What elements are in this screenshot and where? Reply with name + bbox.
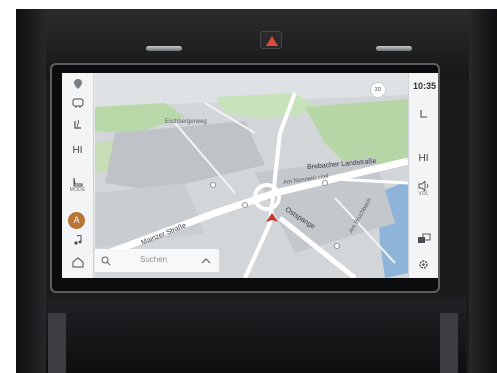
right-vent-slat xyxy=(376,46,412,51)
defrost-icon xyxy=(72,98,83,108)
volume-label: VOL xyxy=(418,191,429,197)
home-icon xyxy=(72,257,83,268)
left-trim xyxy=(16,9,46,373)
volume-icon xyxy=(418,181,428,191)
screen-switch-button[interactable] xyxy=(409,233,438,244)
map-label-area: Eschbergerweg xyxy=(165,119,207,125)
hazard-button[interactable] xyxy=(260,31,282,49)
lower-console xyxy=(46,299,466,373)
map-pin-button[interactable] xyxy=(62,79,93,89)
navigation-map[interactable]: Eschbergerweg Brebacher Landstraße Am No… xyxy=(95,73,408,278)
left-climate-temperature[interactable]: HI xyxy=(62,145,93,156)
auto-climate-button[interactable]: A xyxy=(68,212,85,229)
location-pin-icon xyxy=(73,79,82,89)
hazard-warning-icon xyxy=(266,36,278,46)
seat-heater-icon xyxy=(419,110,427,118)
map-canvas xyxy=(95,73,408,278)
home-button[interactable] xyxy=(62,257,93,268)
music-note-icon xyxy=(73,235,81,245)
right-trim xyxy=(469,9,497,373)
search-placeholder: Suchen xyxy=(140,255,168,264)
vehicle-position-icon xyxy=(266,213,278,222)
chevron-up-icon[interactable] xyxy=(201,257,211,265)
mode-button[interactable]: MODE xyxy=(62,177,93,193)
search-bar[interactable]: Suchen xyxy=(95,249,220,272)
console-rail-left xyxy=(48,313,66,373)
right-seat-heater-button[interactable] xyxy=(409,109,438,119)
screen-switch-icon xyxy=(417,233,430,243)
left-vent-slat xyxy=(146,46,182,51)
right-control-rail: 10:35 HI VOL xyxy=(408,73,438,278)
seat-heater-button[interactable] xyxy=(62,119,93,131)
settings-button[interactable] xyxy=(409,259,438,270)
seat-icon xyxy=(73,177,82,187)
search-icon xyxy=(101,256,111,266)
clock-time: 10:35 xyxy=(412,81,436,91)
right-climate-temperature[interactable]: HI xyxy=(409,153,438,164)
volume-button[interactable]: VOL xyxy=(409,181,438,197)
settings-gear-icon xyxy=(419,260,428,269)
defrost-button[interactable] xyxy=(62,97,93,109)
left-control-rail: HI MODE A xyxy=(62,73,94,278)
infotainment-screen: Eschbergerweg Brebacher Landstraße Am No… xyxy=(62,73,438,278)
map-3d-toggle[interactable]: 3D xyxy=(370,82,386,98)
console-rail-right xyxy=(440,313,458,373)
media-button[interactable] xyxy=(62,235,93,245)
seat-heater-icon xyxy=(73,119,81,129)
mode-label: MODE xyxy=(69,187,86,193)
